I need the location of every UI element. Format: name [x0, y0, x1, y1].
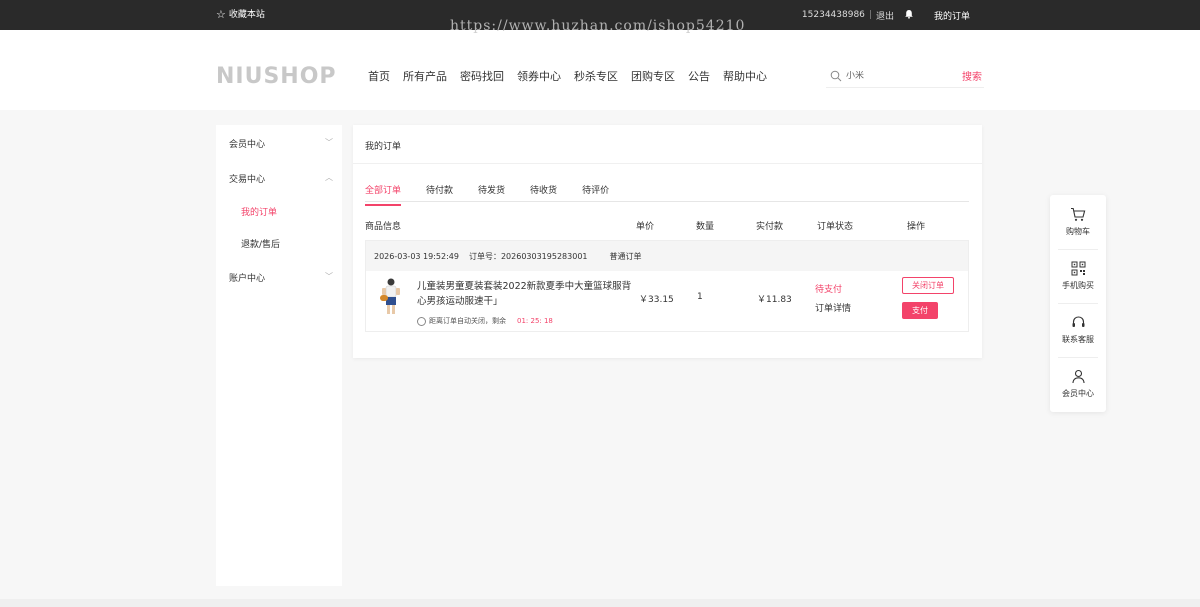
orders-panel: 我的订单 全部订单 待付款 待发货 待收货 待评价 商品信息 单价 数量 实付款… [353, 125, 982, 358]
star-icon: ☆ [216, 8, 226, 21]
unit-price: ￥33.15 [639, 295, 674, 305]
user-icon [1071, 369, 1085, 384]
customer-service-label: 联系客服 [1062, 335, 1094, 344]
top-bar-right: 15234438986 | 退出 我的订单 [802, 0, 970, 30]
header: NIUSHOP 首页 所有产品 密码找回 领券中心 秒杀专区 团购专区 公告 帮… [0, 30, 1200, 110]
order-time: 2026-03-03 19:52:49 [374, 251, 459, 261]
user-phone[interactable]: 15234438986 [802, 10, 865, 20]
divider [365, 201, 969, 202]
column-header-goods: 商品信息 [365, 222, 402, 232]
mobile-buy-label: 手机购买 [1062, 281, 1094, 290]
search-box: 搜索 [826, 64, 984, 88]
product-thumbnail[interactable] [379, 277, 403, 317]
my-orders-link[interactable]: 我的订单 [934, 9, 970, 22]
watermark: https://www.huzhan.com/ishop54210 [450, 18, 746, 34]
column-header-qty: 数量 [696, 222, 715, 232]
logout-link[interactable]: 退出 [876, 9, 894, 22]
member-center-label: 会员中心 [1062, 389, 1094, 398]
close-order-button[interactable]: 关闭订单 [902, 277, 954, 294]
order-number: 订单号：20260303195283001 [468, 251, 588, 261]
sidebar-item-refund[interactable]: 退款/售后 [241, 237, 280, 250]
tab-pending-shipment[interactable]: 待发货 [478, 183, 505, 206]
chevron-up-icon: ︿ [325, 173, 333, 182]
nav-password-recovery[interactable]: 密码找回 [460, 68, 504, 84]
countdown-label: 距离订单自动关闭，剩余 [429, 317, 506, 325]
countdown-time: 01: 25: 18 [517, 317, 553, 325]
favorite-link[interactable]: ☆ 收藏本站 [216, 0, 265, 30]
order-header: 2026-03-03 19:52:49 订单号：2026030319528300… [366, 241, 968, 271]
pay-button[interactable]: 支付 [902, 302, 938, 319]
nav-all-products[interactable]: 所有产品 [403, 68, 447, 84]
order-type: 普通订单 [609, 251, 642, 261]
sidebar-item-account-center[interactable]: 账户中心 ﹀ [229, 271, 333, 284]
order-detail-link[interactable]: 订单详情 [815, 301, 851, 314]
logo[interactable]: NIUSHOP [216, 64, 337, 89]
nav-home[interactable]: 首页 [368, 68, 390, 84]
sidebar-item-label: 会员中心 [229, 140, 266, 150]
auto-close-countdown: 距离订单自动关闭，剩余 01: 25: 18 [417, 316, 553, 326]
search-input[interactable] [846, 70, 951, 81]
main-nav: 首页 所有产品 密码找回 领券中心 秒杀专区 团购专区 公告 帮助中心 [368, 68, 767, 84]
sidebar-item-my-orders[interactable]: 我的订单 [241, 205, 277, 218]
favorite-label: 收藏本站 [228, 10, 265, 20]
sidebar-item-trade-center[interactable]: 交易中心 ︿ [229, 172, 333, 185]
sidebar-item-label: 账户中心 [229, 274, 266, 284]
nav-notice[interactable]: 公告 [688, 68, 710, 84]
nav-coupon-center[interactable]: 领券中心 [517, 68, 561, 84]
tab-all-orders[interactable]: 全部订单 [365, 183, 402, 206]
quantity: 1 [697, 292, 703, 302]
column-header-paid: 实付款 [756, 222, 784, 232]
floating-toolbar: 购物车 手机购买 联系客服 会员中心 [1050, 195, 1106, 412]
cart-label: 购物车 [1066, 227, 1090, 236]
divider [353, 163, 982, 164]
status-badge: 待支付 [815, 285, 843, 295]
bell-icon[interactable] [904, 9, 914, 22]
tab-pending-review[interactable]: 待评价 [582, 183, 609, 206]
cart-icon [1071, 207, 1086, 221]
column-header-action: 操作 [907, 222, 926, 232]
page-title: 我的订单 [365, 142, 402, 152]
column-header-status: 订单状态 [817, 222, 854, 232]
tab-pending-receipt[interactable]: 待收货 [530, 183, 557, 206]
sidebar-item-member-center[interactable]: 会员中心 ﹀ [229, 137, 333, 150]
search-icon [830, 70, 842, 81]
product-name[interactable]: 儿童装男童夏装套装2022新款夏季中大童篮球服背心男孩运动服速干」 [417, 279, 632, 309]
tab-pending-payment[interactable]: 待付款 [426, 183, 453, 206]
column-header-price: 单价 [636, 222, 655, 232]
chevron-down-icon: ﹀ [325, 138, 333, 147]
mobile-buy-button[interactable]: 手机购买 [1050, 249, 1106, 303]
table-row: 2026-03-03 19:52:49 订单号：2026030319528300… [365, 240, 969, 332]
cart-button[interactable]: 购物车 [1050, 195, 1106, 249]
headset-icon [1072, 316, 1084, 327]
footer-strip [0, 599, 1200, 607]
nav-group-buy[interactable]: 团购专区 [631, 68, 675, 84]
order-tabs: 全部订单 待付款 待发货 待收货 待评价 [365, 183, 634, 206]
sidebar: 会员中心 ﹀ 交易中心 ︿ 我的订单 退款/售后 账户中心 ﹀ [216, 125, 342, 586]
clock-icon [417, 316, 426, 326]
top-separator: | [868, 10, 872, 20]
order-body: 儿童装男童夏装套装2022新款夏季中大童篮球服背心男孩运动服速干」 距离订单自动… [366, 271, 968, 331]
sidebar-item-label: 交易中心 [229, 175, 266, 185]
member-center-button[interactable]: 会员中心 [1050, 357, 1106, 411]
nav-flash-sale[interactable]: 秒杀专区 [574, 68, 618, 84]
nav-help-center[interactable]: 帮助中心 [723, 68, 767, 84]
qr-code-icon [1071, 261, 1085, 276]
customer-service-button[interactable]: 联系客服 [1050, 303, 1106, 357]
paid-amount: ￥11.83 [757, 295, 792, 305]
search-button[interactable]: 搜索 [962, 68, 982, 83]
chevron-down-icon: ﹀ [325, 272, 333, 281]
